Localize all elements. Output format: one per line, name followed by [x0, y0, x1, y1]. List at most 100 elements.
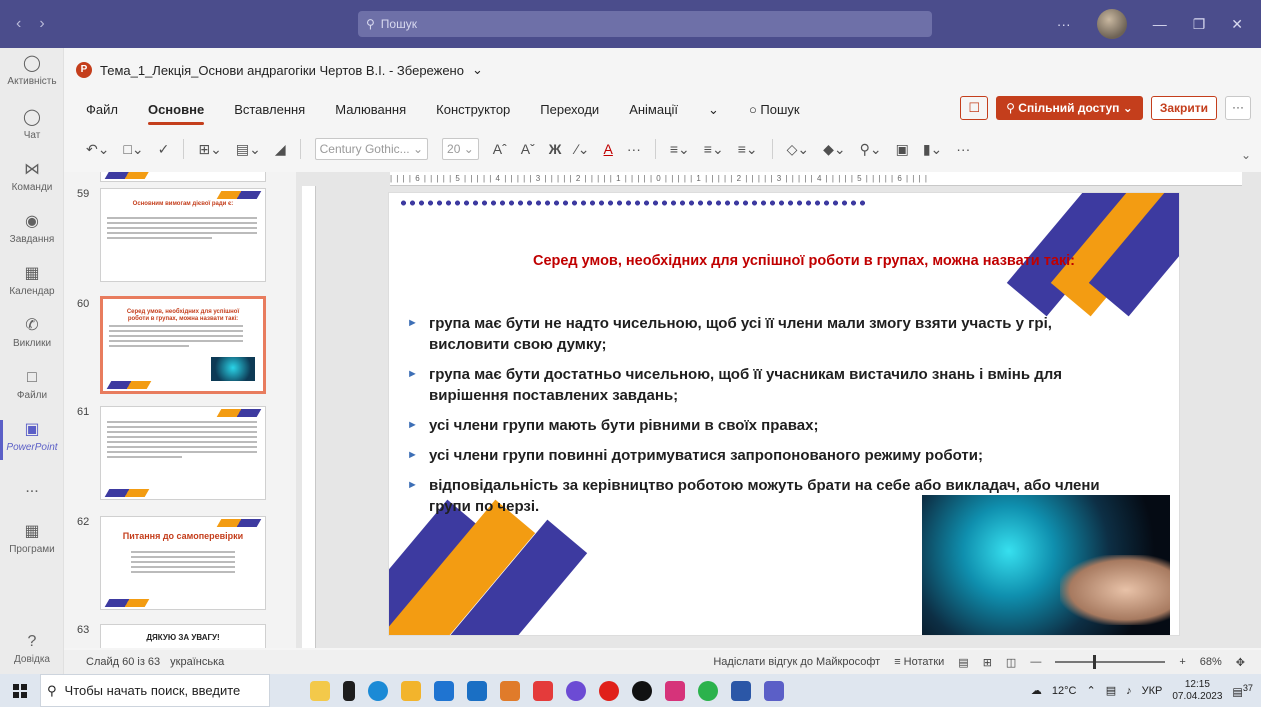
find-icon[interactable]: ⚲⌄ [860, 141, 882, 158]
rail-item-activity[interactable]: ◯ Активність [0, 54, 64, 87]
file-explorer-icon[interactable] [401, 680, 421, 701]
slide-thumbnail-63[interactable]: ДЯКУЮ ЗА УВАГУ! [100, 624, 266, 648]
highlight-icon[interactable]: ∕⌄ [575, 141, 589, 158]
taskbar-search-input[interactable]: ⚲ Чтобы начать поиск, введите [40, 674, 270, 707]
bullets-icon[interactable]: ≡⌄ [670, 141, 690, 158]
tab-insert[interactable]: Вставлення [234, 102, 305, 125]
align-icon[interactable]: ≡⌄ [738, 141, 758, 158]
weather-temp[interactable]: 12°C [1052, 685, 1077, 697]
tab-home[interactable]: Основне [148, 102, 204, 125]
edge-icon[interactable] [368, 680, 388, 701]
fit-slide-icon[interactable]: ✥ [1236, 656, 1245, 669]
font-size-select[interactable]: 20 ⌄ [442, 138, 479, 160]
slide-thumbnail-60-selected[interactable]: Серед умов, необхідних для успішної робо… [100, 296, 266, 394]
feedback-link[interactable]: Надіслати відгук до Майкрософт [713, 656, 880, 668]
zoom-out-icon[interactable]: — [1030, 656, 1041, 668]
document-title-bar[interactable]: P Тема_1_Лекція_Основи андрагогіки Черто… [76, 62, 483, 78]
volume-icon[interactable]: ♪ [1126, 685, 1132, 697]
teams-search-input[interactable]: ⚲ Пошук [358, 11, 932, 37]
rail-item-teams[interactable]: ⋈ Команди [0, 160, 64, 193]
section-icon[interactable]: ◢ [275, 141, 286, 158]
slide-sorter-icon[interactable]: ⊞ [983, 656, 992, 669]
tray-chevron-icon[interactable]: ⌃ [1086, 684, 1095, 697]
clock-date: 07.04.2023 [1172, 690, 1223, 702]
zoom-in-icon[interactable]: + [1179, 656, 1185, 668]
input-language[interactable]: УКР [1142, 685, 1163, 697]
normal-view-icon[interactable]: ▤ [958, 656, 968, 669]
designer-icon[interactable]: ▣ [896, 141, 909, 158]
mail-icon[interactable] [467, 680, 487, 701]
increase-font-icon[interactable]: Aˆ [493, 141, 507, 157]
start-button[interactable] [0, 674, 40, 707]
word-icon[interactable] [731, 680, 751, 701]
notes-button[interactable]: ≡ Нотатки [894, 656, 944, 668]
shape-fill-icon[interactable]: ◆⌄ [823, 141, 846, 158]
teams-icon[interactable] [764, 680, 784, 701]
font-color-icon[interactable]: A [604, 141, 613, 157]
language-indicator[interactable]: українська [170, 656, 224, 668]
decrease-font-icon[interactable]: Aˇ [521, 141, 535, 157]
rail-item-assignments[interactable]: ◉ Завдання [0, 212, 64, 245]
current-slide[interactable]: Серед умов, необхідних для успішної робо… [388, 192, 1180, 636]
instagram-icon[interactable] [665, 680, 685, 701]
rail-item-chat[interactable]: ◯ Чат [0, 108, 64, 141]
slide-thumbnail-58[interactable] [100, 172, 266, 182]
avatar[interactable] [1096, 9, 1127, 39]
app-icon[interactable] [500, 680, 520, 701]
tab-animations[interactable]: Анімації [629, 102, 678, 125]
layout-icon[interactable]: ▤⌄ [236, 141, 261, 158]
slide-thumbnail-61[interactable] [100, 406, 266, 500]
share-button[interactable]: ⚲ Спільний доступ ⌄ [996, 96, 1143, 120]
tab-design[interactable]: Конструктор [436, 102, 510, 125]
zoom-slider[interactable] [1055, 655, 1166, 669]
more-font-icon[interactable]: ··· [627, 141, 641, 157]
minimize-icon[interactable]: — [1153, 16, 1167, 32]
app-icon[interactable] [533, 680, 553, 701]
slide-thumbnail-59[interactable]: Основним вимогам дієвої ради є: [100, 188, 266, 282]
reading-view-icon[interactable]: ◫ [1006, 656, 1016, 669]
rail-item-help[interactable]: ? Довідка [0, 632, 64, 665]
notifications-icon[interactable]: ▤37 [1232, 683, 1253, 699]
numbering-icon[interactable]: ≡⌄ [704, 141, 724, 158]
font-name-select[interactable]: Century Gothic... ⌄ [314, 138, 429, 160]
zoom-level[interactable]: 68% [1200, 656, 1222, 668]
new-slide-icon[interactable]: ⊞⌄ [198, 141, 221, 158]
task-view-icon[interactable] [343, 680, 355, 701]
forward-icon[interactable]: › [39, 15, 44, 33]
rail-item-files[interactable]: □ Файли [0, 368, 64, 401]
ribbon-search[interactable]: ○ Пошук [749, 102, 800, 125]
format-painter-icon[interactable]: ✓ [158, 141, 170, 158]
tab-transitions[interactable]: Переходи [540, 102, 599, 125]
shapes-icon[interactable]: ◇⌄ [787, 141, 810, 158]
dictate-icon[interactable]: ▮⌄ [923, 141, 942, 158]
tabs-overflow-chevron-icon[interactable]: ⌄ [708, 102, 719, 125]
more-options-icon[interactable]: ··· [1057, 16, 1071, 32]
rail-item-powerpoint[interactable]: ▣ PowerPoint [0, 420, 64, 460]
close-icon[interactable]: ✕ [1231, 16, 1243, 33]
close-button[interactable]: Закрити [1150, 96, 1217, 120]
chrome-icon[interactable] [698, 680, 718, 701]
widget-icon[interactable] [310, 680, 330, 701]
rail-item-more[interactable]: ... [0, 478, 64, 500]
maximize-icon[interactable]: ❐ [1193, 16, 1206, 33]
more-options-button[interactable]: ··· [1225, 96, 1251, 120]
clock[interactable]: 12:15 07.04.2023 [1172, 679, 1222, 703]
bold-button[interactable]: Ж [549, 141, 562, 157]
network-icon[interactable]: ▤ [1106, 684, 1116, 697]
undo-icon[interactable]: ↶⌄ [86, 141, 109, 158]
ribbon-expand-chevron-icon[interactable]: ⌄ [1241, 148, 1251, 162]
tab-file[interactable]: Файл [86, 102, 118, 125]
viber-icon[interactable] [566, 680, 586, 701]
store-icon[interactable] [434, 680, 454, 701]
tiktok-icon[interactable] [632, 680, 652, 701]
rail-item-calendar[interactable]: ▦ Календар [0, 264, 64, 297]
rail-item-calls[interactable]: ✆ Виклики [0, 316, 64, 349]
back-icon[interactable]: ‹ [16, 15, 21, 33]
slide-thumbnail-62[interactable]: Питання до самоперевірки [100, 516, 266, 610]
tab-draw[interactable]: Малювання [335, 102, 406, 125]
opera-icon[interactable] [599, 680, 619, 701]
comments-button[interactable]: ☐ [960, 96, 989, 120]
paste-icon[interactable]: □⌄ [123, 141, 143, 158]
rail-item-apps[interactable]: ▦ Програми [0, 522, 64, 555]
more-tools-icon[interactable]: ··· [956, 141, 970, 157]
